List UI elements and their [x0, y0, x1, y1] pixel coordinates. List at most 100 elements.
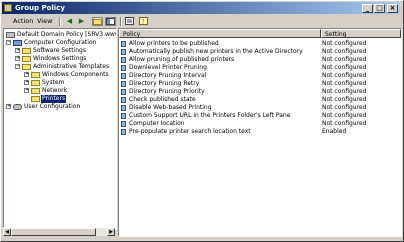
- close-button[interactable]: ×: [387, 4, 398, 13]
- minimize-button[interactable]: _: [362, 4, 373, 13]
- maximize-button[interactable]: □: [374, 4, 385, 13]
- list-item[interactable]: Pre-populate printer search location tex…: [119, 128, 401, 136]
- list-item[interactable]: Directory Pruning Interval Not configure…: [119, 72, 401, 80]
- help-icon[interactable]: ?: [138, 17, 149, 26]
- expand-icon[interactable]: +: [24, 72, 29, 77]
- policy-name: Automatically publish new printers in th…: [129, 48, 303, 55]
- policy-setting: Enabled: [322, 128, 347, 135]
- tree-label: Software Settings: [33, 47, 86, 54]
- tree-item-administrative-templates[interactable]: − Administrative Templates: [4, 63, 116, 71]
- policy-name: Computer location: [129, 120, 185, 127]
- tree-label: Windows Settings: [33, 55, 87, 62]
- policy-name: Allow printers to be published: [129, 40, 219, 47]
- list-item[interactable]: Custom Support URL in the Printers Folde…: [119, 112, 401, 120]
- list-item[interactable]: Computer location Not configured: [119, 120, 401, 128]
- policy-setting: Not configured: [322, 80, 367, 87]
- list-item[interactable]: Allow pruning of published printers Not …: [119, 56, 401, 64]
- tree-label: Windows Components: [42, 71, 109, 78]
- toolbar-separator: [120, 17, 122, 26]
- expand-icon[interactable]: +: [24, 80, 29, 85]
- menu-view[interactable]: View: [35, 16, 54, 26]
- tree-item-system[interactable]: + System: [4, 79, 116, 87]
- policy-setting: Not configured: [322, 40, 367, 47]
- policy-setting-icon: [121, 65, 126, 71]
- policy-setting-icon: [121, 105, 126, 111]
- title-bar[interactable]: Group Policy _ □ ×: [2, 2, 400, 14]
- expand-icon[interactable]: +: [15, 48, 20, 53]
- tree-item-printers[interactable]: Printers: [4, 95, 116, 103]
- tree-item-network[interactable]: + Network: [4, 87, 116, 95]
- collapse-icon[interactable]: −: [6, 40, 11, 45]
- status-bar: [3, 236, 399, 241]
- expand-icon[interactable]: +: [24, 88, 29, 93]
- tree-label: User Configuration: [24, 103, 81, 110]
- forward-arrow-icon[interactable]: ▶: [76, 17, 87, 26]
- policy-setting-icon: [121, 49, 126, 55]
- policy-name: Directory Pruning Interval: [129, 72, 207, 79]
- scroll-right-icon[interactable]: ▶: [107, 228, 115, 236]
- tree-pane[interactable]: Default Domain Policy [SRV3.www.scit − C…: [3, 28, 117, 230]
- toolbar-separator: [59, 17, 61, 26]
- policy-setting: Not configured: [322, 56, 367, 63]
- tree-item-computer-configuration[interactable]: − Computer Configuration: [4, 39, 116, 47]
- policy-name: Allow pruning of published printers: [129, 56, 235, 63]
- tree-label: Network: [42, 87, 68, 94]
- folder-icon: [31, 72, 40, 78]
- scrollbar-thumb[interactable]: [11, 228, 96, 236]
- list-item[interactable]: Check published state Not configured: [119, 96, 401, 104]
- policy-name: Check published state: [129, 96, 196, 103]
- list-item[interactable]: Disable Web-based Printing Not configure…: [119, 104, 401, 112]
- policy-setting-icon: [121, 57, 126, 63]
- tree-item-user-configuration[interactable]: + User Configuration: [4, 103, 116, 111]
- list-item[interactable]: Downlevel Printer Pruning Not configured: [119, 64, 401, 72]
- tree-label: Administrative Templates: [33, 63, 110, 70]
- column-header-setting[interactable]: Setting: [321, 29, 401, 38]
- menu-bar: Action View ◀ ▶ ?: [3, 15, 399, 27]
- policy-setting: Not configured: [322, 120, 367, 127]
- policy-setting-icon: [121, 73, 126, 79]
- tree-item-default-domain-policy[interactable]: Default Domain Policy [SRV3.www.scit: [4, 31, 116, 39]
- folder-icon: [22, 64, 31, 70]
- policy-setting: Not configured: [322, 64, 367, 71]
- tree-item-windows-components[interactable]: + Windows Components: [4, 71, 116, 79]
- policy-setting-icon: [121, 113, 126, 119]
- policy-list-pane[interactable]: Policy Setting Allow printers to be publ…: [118, 28, 402, 237]
- tree-item-windows-settings[interactable]: + Windows Settings: [4, 55, 116, 63]
- policy-setting-icon: [121, 41, 126, 47]
- folder-icon: [31, 96, 40, 102]
- list-view-icon[interactable]: [124, 17, 135, 26]
- policy-icon: [6, 32, 15, 38]
- policy-setting: Not configured: [322, 96, 367, 103]
- list-item[interactable]: Directory Pruning Priority Not configure…: [119, 88, 401, 96]
- policy-setting: Not configured: [322, 112, 367, 119]
- tree-label: Default Domain Policy [SRV3.www.scit: [17, 31, 116, 38]
- expand-icon[interactable]: +: [15, 56, 20, 61]
- tree-item-software-settings[interactable]: + Software Settings: [4, 47, 116, 55]
- tree-label: Printers: [41, 95, 67, 103]
- menu-action[interactable]: Action: [11, 16, 35, 26]
- collapse-icon[interactable]: −: [15, 64, 20, 69]
- list-item[interactable]: Directory Pruning Retry Not configured: [119, 80, 401, 88]
- column-header-policy[interactable]: Policy: [119, 29, 321, 38]
- up-folder-icon[interactable]: [92, 17, 103, 26]
- policy-setting-icon: [121, 89, 126, 95]
- back-arrow-icon[interactable]: ◀: [64, 17, 75, 26]
- folder-icon: [31, 88, 40, 94]
- policy-setting: Not configured: [322, 88, 367, 95]
- policy-name: Disable Web-based Printing: [129, 104, 212, 111]
- policy-setting-icon: [121, 129, 126, 135]
- tree-horizontal-scrollbar[interactable]: ◀ ▶: [3, 227, 115, 236]
- policy-setting-icon: [121, 121, 126, 127]
- list-item[interactable]: Automatically publish new printers in th…: [119, 48, 401, 56]
- scroll-left-icon[interactable]: ◀: [3, 228, 11, 236]
- computer-icon: [13, 40, 22, 46]
- list-item[interactable]: Allow printers to be published Not confi…: [119, 40, 401, 48]
- show-tree-icon[interactable]: [105, 17, 116, 26]
- policy-name: Directory Pruning Priority: [129, 88, 205, 95]
- group-policy-window: Group Policy _ □ × Action View ◀ ▶ ? Def…: [0, 0, 404, 242]
- user-icon: [13, 104, 22, 110]
- expand-icon[interactable]: +: [6, 104, 11, 109]
- group-policy-icon: [4, 4, 12, 12]
- folder-icon: [31, 80, 40, 86]
- policy-name: Directory Pruning Retry: [129, 80, 200, 87]
